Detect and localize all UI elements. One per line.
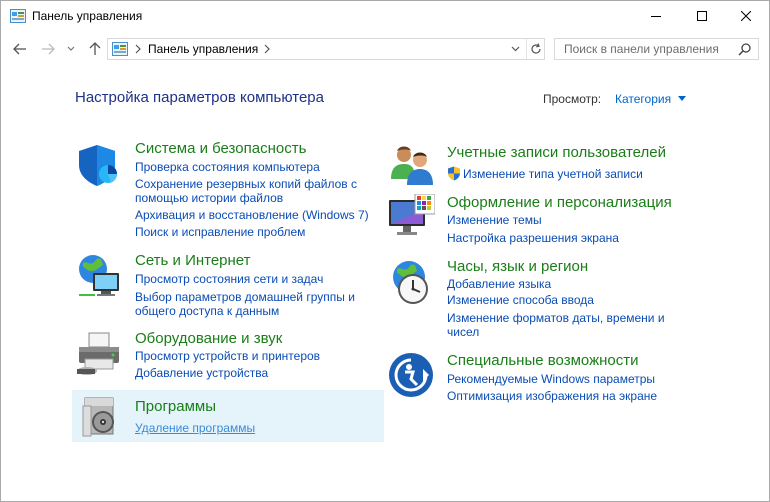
arrow-left-icon bbox=[13, 43, 26, 55]
title-bar[interactable]: Панель управления bbox=[1, 1, 769, 31]
address-dropdown-button[interactable] bbox=[508, 42, 522, 56]
back-button[interactable] bbox=[11, 40, 29, 58]
link-change-theme[interactable]: Изменение темы bbox=[447, 212, 542, 228]
close-button[interactable] bbox=[723, 1, 769, 31]
link-optimize-display[interactable]: Оптимизация изображения на экране bbox=[447, 388, 657, 404]
link-input-method[interactable]: Изменение способа ввода bbox=[447, 292, 594, 308]
shield-icon[interactable] bbox=[75, 141, 123, 189]
search-placeholder: Поиск в панели управления bbox=[564, 42, 719, 56]
control-panel-icon bbox=[10, 9, 26, 23]
breadcrumb-chevron-icon[interactable] bbox=[134, 42, 142, 56]
control-panel-icon bbox=[112, 42, 128, 56]
category-title-appearance[interactable]: Оформление и персонализация bbox=[447, 194, 672, 211]
view-by-label: Просмотр: bbox=[543, 92, 602, 106]
link-network-status[interactable]: Просмотр состояния сети и задач bbox=[135, 271, 323, 287]
category-title-clock[interactable]: Часы, язык и регион bbox=[447, 258, 588, 275]
printer-icon[interactable] bbox=[75, 329, 123, 377]
minimize-icon bbox=[651, 16, 661, 17]
search-icon[interactable] bbox=[738, 42, 752, 56]
window-title: Панель управления bbox=[32, 9, 143, 23]
view-by-dropdown[interactable]: Категория bbox=[615, 92, 671, 106]
refresh-icon bbox=[530, 43, 541, 54]
uac-shield-icon bbox=[448, 166, 460, 181]
category-title-hardware[interactable]: Оборудование и звук bbox=[135, 330, 282, 347]
category-title-network[interactable]: Сеть и Интернет bbox=[135, 252, 251, 269]
users-icon[interactable] bbox=[387, 141, 435, 189]
link-add-device[interactable]: Добавление устройства bbox=[135, 365, 268, 381]
link-homegroup-cont[interactable]: общего доступа к данным bbox=[135, 303, 279, 319]
category-title-programs[interactable]: Программы bbox=[135, 398, 216, 415]
caret-down-icon[interactable] bbox=[678, 96, 686, 101]
programs-disc-icon[interactable] bbox=[81, 396, 123, 438]
recent-locations-button[interactable] bbox=[65, 40, 77, 58]
address-bar[interactable]: Панель управления bbox=[107, 38, 545, 60]
breadcrumb-control-panel[interactable]: Панель управления bbox=[148, 42, 258, 56]
chevron-down-icon bbox=[67, 46, 75, 51]
search-box[interactable]: Поиск в панели управления bbox=[554, 38, 759, 60]
up-button[interactable] bbox=[86, 40, 104, 58]
link-devices-printers[interactable]: Просмотр устройств и принтеров bbox=[135, 348, 320, 364]
maximize-button[interactable] bbox=[679, 1, 725, 31]
close-icon bbox=[741, 11, 751, 21]
link-date-formats-cont[interactable]: чисел bbox=[447, 324, 479, 340]
link-date-formats[interactable]: Изменение форматов даты, времени и bbox=[447, 310, 665, 326]
link-check-status[interactable]: Проверка состояния компьютера bbox=[135, 159, 320, 175]
minimize-button[interactable] bbox=[633, 1, 679, 31]
category-title-accessibility[interactable]: Специальные возможности bbox=[447, 352, 639, 369]
chevron-down-icon bbox=[511, 46, 519, 52]
network-globe-icon[interactable] bbox=[75, 251, 123, 299]
refresh-button[interactable] bbox=[526, 39, 544, 59]
link-screen-resolution[interactable]: Настройка разрешения экрана bbox=[447, 230, 619, 246]
monitor-palette-icon[interactable] bbox=[387, 194, 435, 242]
maximize-icon bbox=[697, 11, 707, 21]
clock-globe-icon[interactable] bbox=[387, 259, 435, 307]
arrow-right-icon bbox=[42, 43, 55, 55]
arrow-up-icon bbox=[89, 42, 101, 55]
control-panel-window: Панель управления Панель управления Поис… bbox=[0, 0, 770, 502]
link-change-account-type[interactable]: Изменение типа учетной записи bbox=[463, 166, 643, 182]
navigation-bar: Панель управления Поиск в панели управле… bbox=[1, 31, 769, 67]
accessibility-icon[interactable] bbox=[387, 351, 435, 399]
link-file-history-cont[interactable]: помощью истории файлов bbox=[135, 190, 283, 206]
link-add-language[interactable]: Добавление языка bbox=[447, 276, 551, 292]
category-title-accounts[interactable]: Учетные записи пользователей bbox=[447, 144, 666, 161]
forward-button[interactable] bbox=[39, 40, 57, 58]
link-troubleshoot[interactable]: Поиск и исправление проблем bbox=[135, 224, 305, 240]
breadcrumb-chevron-icon[interactable] bbox=[263, 42, 271, 56]
link-recommended-settings[interactable]: Рекомендуемые Windows параметры bbox=[447, 371, 655, 387]
category-title-system[interactable]: Система и безопасность bbox=[135, 140, 306, 157]
page-title: Настройка параметров компьютера bbox=[75, 89, 324, 106]
link-backup-restore[interactable]: Архивация и восстановление (Windows 7) bbox=[135, 207, 369, 223]
link-uninstall-program[interactable]: Удаление программы bbox=[135, 420, 255, 436]
